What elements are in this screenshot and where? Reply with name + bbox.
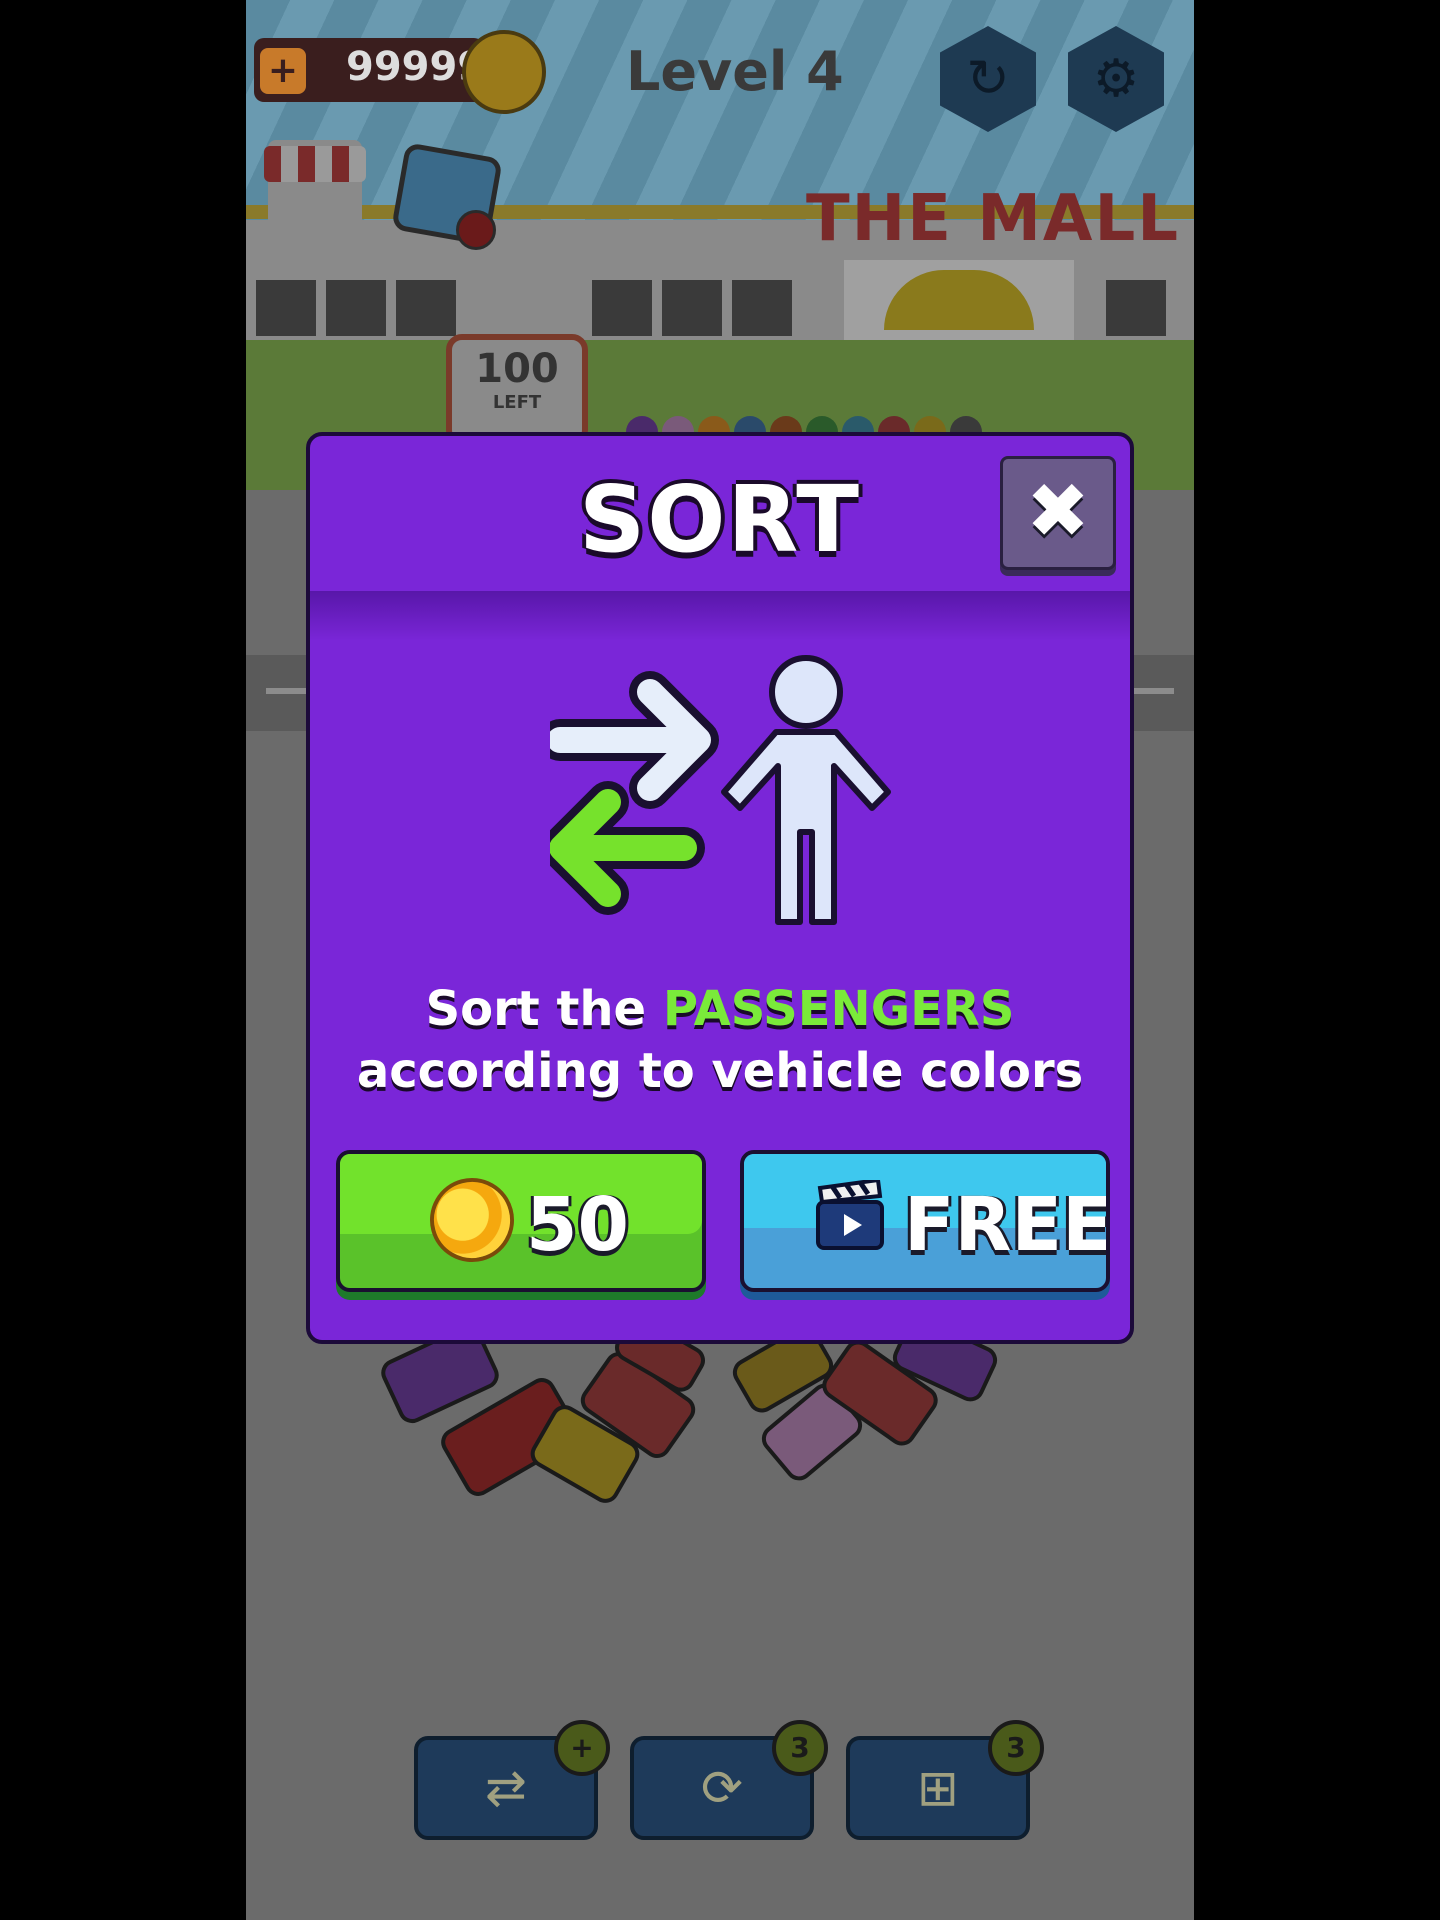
passengers-left-label: LEFT xyxy=(492,392,542,413)
passengers-left-sign: 100 LEFT xyxy=(446,334,588,446)
buy-with-coins-button[interactable]: 50 xyxy=(336,1150,706,1292)
coin-icon xyxy=(420,1168,524,1272)
add-vehicle-badge: 3 xyxy=(988,1720,1044,1776)
dialog-description: Sort the PASSENGERS according to vehicle… xyxy=(310,978,1130,1102)
close-icon: ✖ xyxy=(1026,466,1090,555)
restart-icon: ↻ xyxy=(966,49,1010,109)
gear-icon: ⚙ xyxy=(1092,49,1140,109)
no-ads-icon xyxy=(456,210,496,250)
title-divider xyxy=(310,591,1130,641)
buy-price: 50 xyxy=(526,1182,629,1268)
description-line-2: according to vehicle colors xyxy=(356,1043,1084,1099)
description-highlight: PASSENGERS xyxy=(662,981,1015,1037)
coin-icon xyxy=(462,30,546,114)
free-label: FREE xyxy=(904,1182,1110,1268)
shop-button[interactable] xyxy=(264,140,366,232)
sort-passengers-badge: + xyxy=(554,1720,610,1776)
watch-ad-free-button[interactable]: FREE xyxy=(740,1150,1110,1292)
mall-sign: THE MALL xyxy=(806,182,1180,256)
sort-passengers-icon xyxy=(550,655,891,925)
level-label: Level 4 xyxy=(626,40,844,103)
passengers-left-count: 100 xyxy=(475,346,559,392)
video-clapper-icon xyxy=(816,1180,884,1250)
add-coins-button[interactable]: + xyxy=(260,48,306,94)
shuffle-vehicles-badge: 3 xyxy=(772,1720,828,1776)
description-text: Sort the xyxy=(425,981,663,1037)
description-line-1: Sort the PASSENGERS xyxy=(310,978,1130,1040)
close-button[interactable]: ✖ xyxy=(1000,456,1116,570)
sort-booster-dialog: SORT ✖ Sort the PASSENGERS according to … xyxy=(306,432,1134,1344)
